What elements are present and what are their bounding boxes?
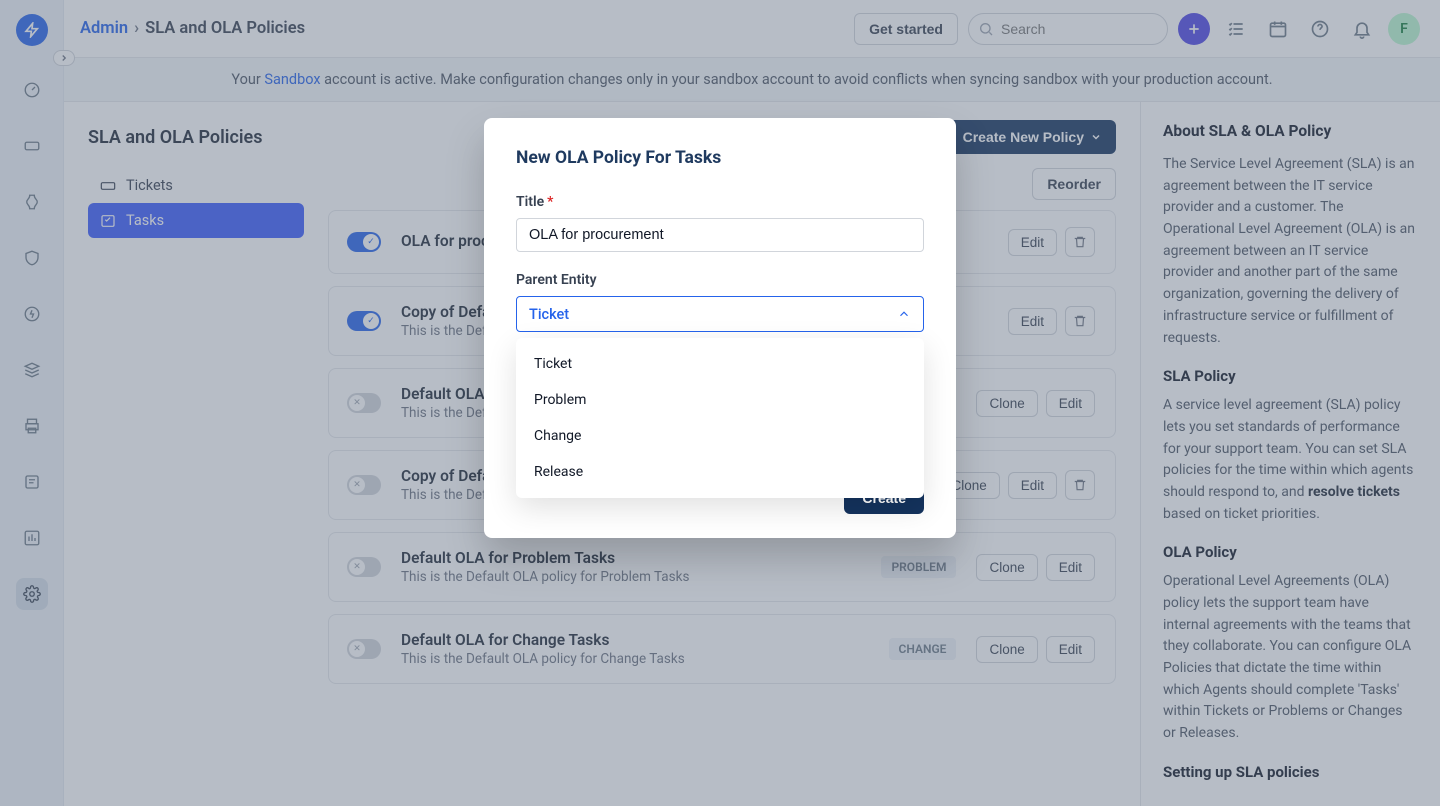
new-ola-modal: New OLA Policy For Tasks Title* Parent E…: [484, 118, 956, 538]
dropdown-option-problem[interactable]: Problem: [516, 382, 924, 418]
parent-entity-label: Parent Entity: [516, 272, 924, 288]
title-input[interactable]: [516, 218, 924, 252]
parent-entity-select[interactable]: Ticket: [516, 296, 924, 332]
dropdown-option-change[interactable]: Change: [516, 418, 924, 454]
dropdown-option-ticket[interactable]: Ticket: [516, 346, 924, 382]
chevron-up-icon: [897, 307, 911, 321]
dropdown-option-release[interactable]: Release: [516, 454, 924, 490]
modal-title: New OLA Policy For Tasks: [516, 148, 924, 168]
modal-overlay[interactable]: New OLA Policy For Tasks Title* Parent E…: [0, 0, 1440, 806]
title-label: Title*: [516, 194, 924, 210]
parent-entity-dropdown: TicketProblemChangeRelease: [516, 338, 924, 498]
